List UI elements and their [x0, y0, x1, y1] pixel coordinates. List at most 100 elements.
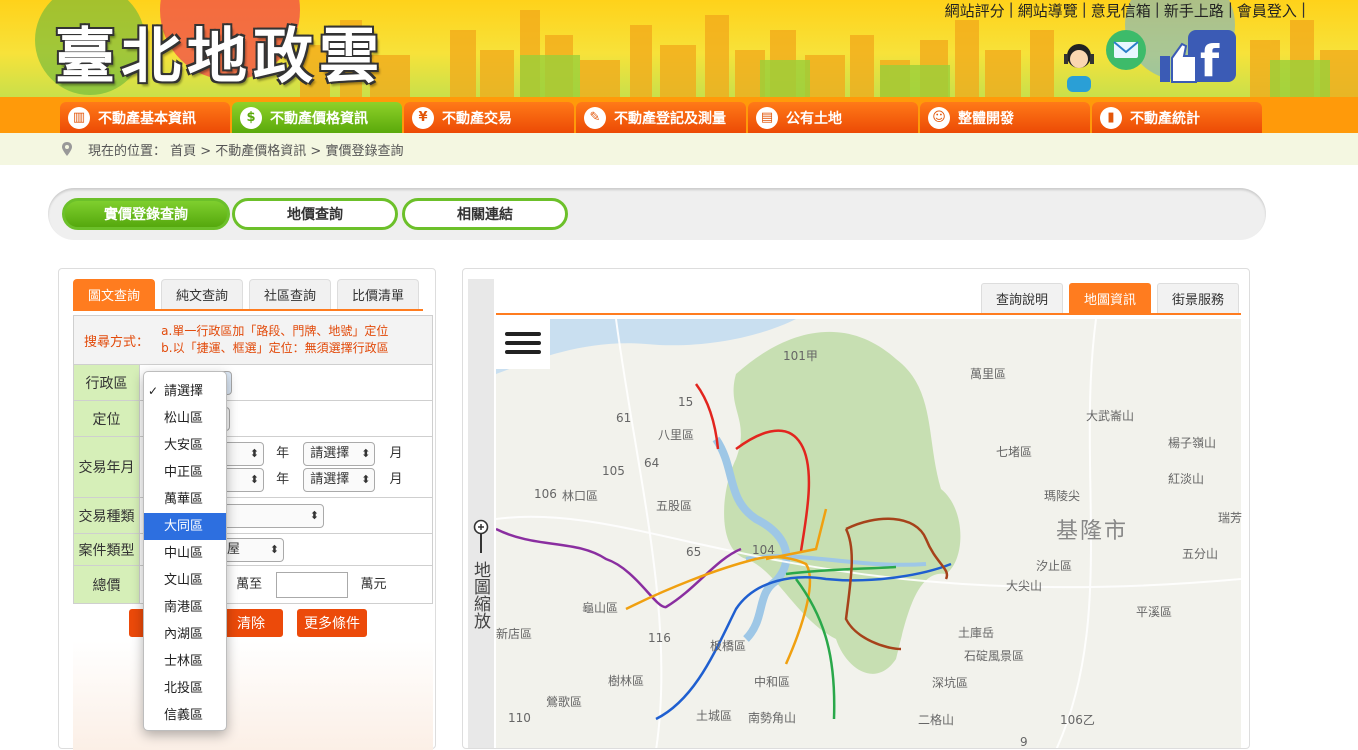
map-label: 二格山 [918, 713, 955, 727]
zoom-magnifier-icon[interactable] [473, 519, 489, 555]
trade-type-label: 交易種類 [73, 497, 140, 534]
road-shield: 64 [644, 456, 660, 470]
breadcrumb-text: 現在的位置： 首頁 > 不動產價格資訊 > 實價登錄查詢 [88, 143, 404, 159]
tab-land-price-query[interactable]: 地價查詢 [232, 198, 398, 230]
map-canvas[interactable]: 萬里區 八里區 林口區 五股區 七堵區 大武崙山 楊子嶺山 紅淡山 瑞芳 基隆市… [495, 318, 1242, 749]
nav-public-land[interactable]: ▤ 公有土地 [748, 102, 918, 133]
district-option[interactable]: 中正區 [144, 459, 226, 486]
tab-query-help[interactable]: 查詢說明 [980, 283, 1063, 313]
trade-period-label: 交易年月 [73, 436, 140, 498]
district-option[interactable]: 文山區 [144, 567, 226, 594]
money-icon: ¥ [412, 106, 434, 129]
road-shield: 104 [752, 543, 775, 557]
query-results-area [73, 641, 433, 750]
link-member-login[interactable]: 會員登入 [1233, 0, 1301, 21]
price-max-unit: 萬元 [360, 577, 387, 592]
map-label: 瑪陵尖 [1044, 489, 1081, 503]
district-option[interactable]: 松山區 [144, 405, 226, 432]
district-option[interactable]: ✓ 請選擇 [144, 378, 226, 405]
tab-street-view[interactable]: 街景服務 [1156, 283, 1239, 313]
district-option-highlighted[interactable]: 大同區 [144, 513, 226, 540]
map-zoom-strip[interactable]: 地圖縮放 [468, 279, 494, 748]
road-shield: 106 [534, 487, 557, 501]
district-option[interactable]: 萬華區 [144, 486, 226, 513]
mrt-purple-line [495, 527, 742, 609]
road-shield: 106乙 [1060, 713, 1095, 727]
price-tag-icon: $ [240, 106, 262, 129]
map-label: 五分山 [1182, 547, 1219, 561]
link-feedback[interactable]: 意見信箱 [1087, 0, 1155, 21]
start-month-select[interactable]: 請選擇 [303, 441, 376, 466]
map-menu-button[interactable] [496, 319, 550, 369]
statistics-icon: ▮ [1100, 106, 1122, 129]
mrt-red-line [694, 383, 720, 450]
building-icon: ▥ [68, 106, 90, 129]
price-max-input[interactable] [276, 571, 349, 598]
road-shield: 9 [1020, 735, 1028, 749]
district-option[interactable]: 南港區 [144, 594, 226, 621]
tab-map-info[interactable]: 地圖資訊 [1068, 283, 1151, 313]
search-method-a: a.單一行政區加「路段、門牌、地號」定位 [161, 324, 389, 338]
link-beginner-guide[interactable]: 新手上路 [1160, 0, 1228, 21]
nav-real-estate-trade[interactable]: ¥ 不動產交易 [404, 102, 574, 133]
road-shield: 116 [648, 631, 671, 645]
nav-real-estate-info[interactable]: ▥ 不動產基本資訊 [60, 102, 230, 133]
customer-service-icon[interactable] [1058, 40, 1100, 92]
district-option[interactable]: 中山區 [144, 540, 226, 567]
map-label: 紅淡山 [1168, 472, 1205, 486]
tab-underline [73, 309, 423, 311]
tab-compare-list[interactable]: 比價清單 [337, 279, 420, 309]
map-label: 楊子嶺山 [1168, 436, 1217, 450]
more-conditions-button[interactable]: 更多條件 [297, 609, 367, 637]
district-dropdown-list[interactable]: ✓ 請選擇 松山區 大安區 中正區 萬華區 大同區 中山區 文山區 南港區 內湖區… [143, 371, 227, 731]
map-label: 板橋區 [710, 639, 747, 653]
map-label: 大武崙山 [1086, 409, 1135, 423]
clear-button[interactable]: 清除 [219, 609, 283, 637]
map-panel: 地圖縮放 查詢說明 地圖資訊 街景服務 萬里區 八里區 林口區 五股區 七堵區 … [462, 268, 1250, 749]
district-option[interactable]: 內湖區 [144, 621, 226, 648]
link-site-map[interactable]: 網站導覽 [1014, 0, 1082, 21]
svg-text:f: f [1200, 36, 1220, 86]
map-label: 鶯歌區 [546, 695, 583, 709]
map-label: 土庫岳 [958, 626, 995, 640]
tab-related-links[interactable]: 相關連結 [402, 198, 568, 230]
nav-integrated-development[interactable]: ☺ 整體開發 [920, 102, 1090, 133]
district-option[interactable]: 信義區 [144, 702, 226, 729]
nav-statistics[interactable]: ▮ 不動產統計 [1092, 102, 1262, 133]
map-label: 南勢角山 [748, 711, 797, 725]
tab-actual-price-query[interactable]: 實價登錄查詢 [62, 198, 230, 230]
district-label: 行政區 [73, 364, 140, 401]
start-year-unit: 年 [276, 446, 290, 461]
tab-map-text-query[interactable]: 圖文查詢 [73, 279, 156, 309]
district-option[interactable]: 大安區 [144, 432, 226, 459]
map-tabs: 查詢說明 地圖資訊 街景服務 [975, 283, 1239, 313]
end-month-select[interactable]: 請選擇 [303, 467, 376, 492]
checkmark-icon: ✓ [148, 384, 159, 398]
district-option[interactable]: 北投區 [144, 675, 226, 702]
map-tab-underline [496, 313, 1241, 315]
mail-icon[interactable] [1104, 28, 1148, 72]
tab-community-query[interactable]: 社區查詢 [249, 279, 332, 309]
map-label: 龜山區 [582, 601, 619, 615]
development-icon: ☺ [928, 106, 950, 129]
sub-tabs: 實價登錄查詢 地價查詢 相關連結 [48, 188, 1266, 240]
nav-real-estate-price[interactable]: $ 不動產價格資訊 [232, 102, 402, 133]
road-shield: 110 [508, 711, 531, 725]
query-form: 搜尋方式： a.單一行政區加「路段、門牌、地號」定位 b.以「捷運、框選」定位：… [73, 315, 433, 604]
site-logo[interactable]: 臺北地政雲 [55, 8, 385, 95]
breadcrumb: 現在的位置： 首頁 > 不動產價格資訊 > 實價登錄查詢 [0, 133, 1358, 165]
top-links: 網站評分 | 網站導覽 | 意見信箱 | 新手上路 | 會員登入 | [941, 0, 1306, 21]
tab-text-query[interactable]: 純文查詢 [161, 279, 244, 309]
link-site-rating[interactable]: 網站評分 [941, 0, 1009, 21]
main-nav: ▥ 不動產基本資訊 $ 不動產價格資訊 ¥ 不動產交易 ✎ 不動產登記及測量 ▤ 公有土地… [0, 97, 1358, 133]
district-option[interactable]: 士林區 [144, 648, 226, 675]
map-label: 五股區 [656, 499, 693, 513]
map-label: 大尖山 [1006, 579, 1043, 593]
map-label-keelung: 基隆市 [1056, 519, 1129, 544]
road-shield: 65 [686, 545, 702, 559]
map-label: 八里區 [658, 428, 695, 442]
road-shield: 61 [616, 411, 632, 425]
facebook-like-icon[interactable]: f [1158, 30, 1238, 86]
nav-registration-survey[interactable]: ✎ 不動產登記及測量 [576, 102, 746, 133]
zoom-label: 地圖縮放 [470, 561, 490, 629]
